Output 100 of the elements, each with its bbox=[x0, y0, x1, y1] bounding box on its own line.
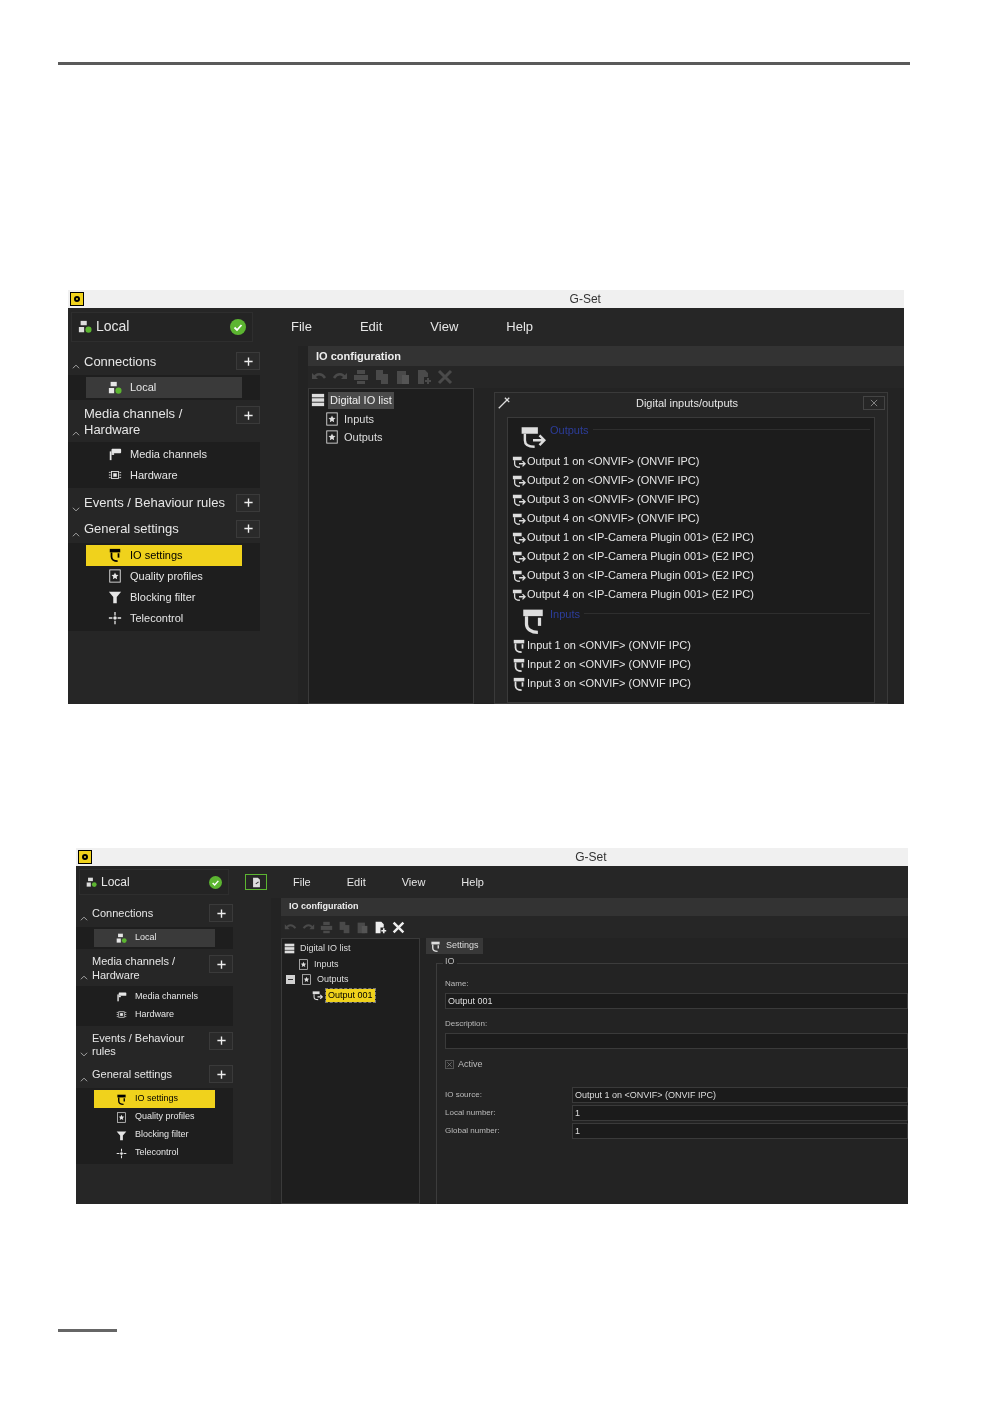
dialog-title: Digital inputs/outputs bbox=[634, 395, 740, 411]
text-field[interactable] bbox=[445, 1033, 908, 1049]
sidebar-item[interactable]: Media channels bbox=[94, 987, 215, 1006]
input-icon bbox=[512, 638, 526, 653]
menu-item[interactable]: Help bbox=[506, 317, 534, 337]
menu-item[interactable]: File bbox=[293, 873, 311, 891]
output-icon bbox=[512, 511, 526, 526]
menu-item[interactable]: Edit bbox=[346, 873, 366, 891]
delete-icon bbox=[392, 920, 405, 934]
close-icon bbox=[869, 398, 879, 408]
section-title[interactable]: Media channels / Hardware bbox=[84, 406, 236, 439]
group-heading: Inputs bbox=[550, 607, 580, 622]
plus-icon bbox=[215, 958, 227, 970]
section-title[interactable]: General settings bbox=[92, 1068, 209, 1082]
document-icon bbox=[250, 876, 262, 888]
io-list-item[interactable]: Input 2 on <ONVIF> (ONVIF IPC) bbox=[527, 656, 691, 673]
io-list-item[interactable]: Input 1 on <ONVIF> (ONVIF IPC) bbox=[527, 637, 691, 654]
sidebar-item[interactable]: Local bbox=[94, 929, 215, 947]
settings-tab[interactable]: Settings bbox=[426, 938, 483, 954]
section-title[interactable]: Connections bbox=[92, 907, 209, 921]
field-label: IO source: bbox=[445, 1088, 483, 1101]
section-title[interactable]: Connections bbox=[84, 353, 236, 371]
text-field[interactable]: Output 1 on <ONVIF> (ONVIF IPC) bbox=[572, 1086, 908, 1103]
group-title: IO bbox=[443, 957, 457, 966]
add-button[interactable] bbox=[236, 493, 260, 512]
sidebar-item[interactable]: Quality profiles bbox=[94, 1108, 215, 1126]
connection-name: Local bbox=[101, 874, 131, 891]
sidebar-item[interactable]: Telecontrol bbox=[86, 607, 242, 629]
plus-icon bbox=[242, 355, 254, 367]
add-button[interactable] bbox=[209, 1031, 233, 1050]
sidebar-item[interactable]: Local bbox=[86, 377, 242, 398]
io-list-item[interactable]: Input 3 on <ONVIF> (ONVIF IPC) bbox=[527, 675, 691, 692]
menu-item[interactable]: Edit bbox=[359, 317, 383, 337]
sidebar-item[interactable]: Telecontrol bbox=[94, 1144, 215, 1162]
io-list-item[interactable]: Output 2 on <ONVIF> (ONVIF IPC) bbox=[527, 472, 700, 489]
io-list-item[interactable]: Output 3 on <ONVIF> (ONVIF IPC) bbox=[527, 491, 700, 508]
checkbox[interactable] bbox=[445, 1060, 454, 1070]
copy-icon bbox=[338, 920, 351, 934]
chip-icon bbox=[116, 1009, 127, 1020]
add-button[interactable] bbox=[236, 352, 260, 370]
sidebar-item[interactable]: Blocking filter bbox=[94, 1126, 215, 1144]
close-button[interactable] bbox=[863, 396, 885, 410]
group-heading: Outputs bbox=[550, 423, 589, 438]
menu-item[interactable]: View bbox=[401, 873, 426, 891]
add-button[interactable] bbox=[209, 955, 233, 973]
add-button[interactable] bbox=[236, 406, 260, 424]
add-button[interactable] bbox=[236, 519, 260, 538]
section-title[interactable]: Media channels / Hardware bbox=[92, 955, 209, 983]
tree-item[interactable]: Digital IO list bbox=[328, 392, 394, 409]
plus-icon bbox=[242, 497, 254, 508]
io-list-item[interactable]: Output 2 on <IP-Camera Plugin 001> (E2 IPC) bbox=[527, 548, 754, 565]
tree-item[interactable]: Output 001 bbox=[326, 988, 375, 1002]
delete-icon bbox=[437, 369, 453, 385]
export-button[interactable] bbox=[245, 874, 267, 890]
sidebar-item[interactable]: Hardware bbox=[86, 464, 242, 486]
text-field[interactable]: 1 bbox=[572, 1122, 908, 1139]
add-button[interactable] bbox=[209, 904, 233, 922]
panel-header: IO configuration bbox=[281, 898, 908, 916]
tree-item[interactable]: Inputs bbox=[342, 410, 376, 427]
menu-item[interactable]: Help bbox=[461, 873, 484, 891]
connection-name: Local bbox=[96, 317, 131, 337]
section-title[interactable]: Events / Behaviour rules bbox=[92, 1031, 209, 1059]
menu-item[interactable]: File bbox=[291, 317, 312, 337]
section-title[interactable]: Events / Behaviour rules bbox=[84, 495, 236, 512]
field-label: Global number: bbox=[445, 1124, 501, 1137]
tree-item[interactable]: Outputs bbox=[342, 429, 385, 446]
text-field[interactable]: 1 bbox=[572, 1104, 908, 1121]
sidebar-item[interactable]: Blocking filter bbox=[86, 586, 242, 608]
io-list-item[interactable]: Output 1 on <ONVIF> (ONVIF IPC) bbox=[527, 453, 700, 470]
window-title: G-Set bbox=[575, 849, 607, 866]
add-button[interactable] bbox=[209, 1065, 233, 1083]
plus-icon bbox=[242, 523, 254, 534]
io-list-item[interactable]: Output 1 on <IP-Camera Plugin 001> (E2 IPC) bbox=[527, 529, 754, 546]
sidebar-item[interactable]: Media channels bbox=[86, 443, 242, 465]
network-computer-icon bbox=[78, 320, 92, 334]
section-title[interactable]: General settings bbox=[84, 521, 236, 538]
funnel-icon bbox=[116, 1129, 127, 1141]
tree-item[interactable]: Digital IO list bbox=[298, 942, 353, 956]
tree-item[interactable]: Outputs bbox=[315, 973, 351, 987]
copy-icon bbox=[374, 369, 390, 385]
menu-item[interactable]: View bbox=[430, 317, 459, 337]
text-field[interactable]: Output 001 bbox=[445, 993, 908, 1009]
expand-toggle[interactable] bbox=[286, 975, 295, 985]
io-list-item[interactable]: Output 4 on <IP-Camera Plugin 001> (E2 IPC) bbox=[527, 586, 754, 603]
app-logo-icon bbox=[78, 850, 92, 864]
star-icon bbox=[116, 1111, 127, 1123]
input-icon bbox=[512, 657, 526, 672]
network-computer-icon bbox=[116, 932, 127, 944]
input-icon bbox=[520, 608, 546, 634]
tree-item[interactable]: Inputs bbox=[312, 957, 341, 971]
io-list-item[interactable]: Output 4 on <ONVIF> (ONVIF IPC) bbox=[527, 510, 700, 527]
sidebar-item[interactable]: Hardware bbox=[94, 1005, 215, 1024]
io-list-item[interactable]: Output 3 on <IP-Camera Plugin 001> (E2 IPC) bbox=[527, 567, 754, 584]
sidebar-item[interactable]: Quality profiles bbox=[86, 565, 242, 587]
list-icon bbox=[284, 943, 295, 955]
sidebar-item[interactable]: IO settings bbox=[86, 544, 242, 566]
field-label: Name: bbox=[445, 978, 470, 990]
sidebar-item[interactable]: IO settings bbox=[94, 1090, 215, 1108]
checkbox-label: Active bbox=[458, 1058, 483, 1071]
plug-icon bbox=[108, 548, 122, 562]
